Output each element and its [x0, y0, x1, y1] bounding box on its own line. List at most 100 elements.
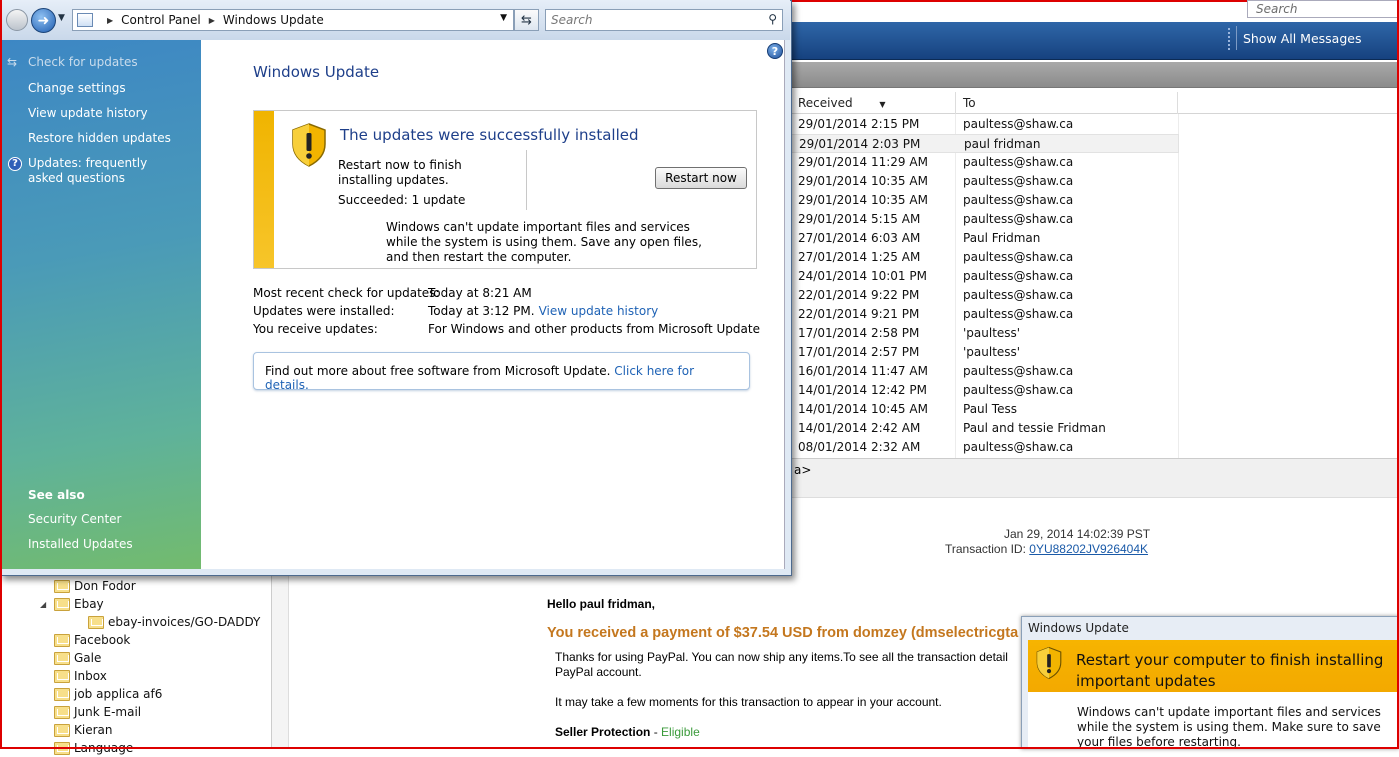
row-to: paul fridman [964, 137, 1041, 151]
folder-label: Don Fodor [74, 579, 136, 593]
info-receive-value: For Windows and other products from Micr… [428, 322, 760, 336]
message-list-header: Received ▼ To [790, 92, 1399, 114]
folder-item[interactable]: Language [40, 739, 133, 757]
table-row[interactable]: 17/01/2014 2:57 PM 'paultess' [790, 343, 1179, 362]
folder-label: Inbox [74, 669, 107, 683]
folder-item[interactable]: job applica af6 [40, 685, 162, 703]
address-dropdown-icon[interactable]: ▼ [500, 13, 507, 23]
status-restart-text: Restart now to finish installing updates… [338, 158, 462, 187]
folder-item[interactable]: Kieran [40, 721, 112, 739]
row-received: 16/01/2014 11:47 AM [798, 364, 928, 378]
folder-label: job applica af6 [74, 687, 163, 701]
back-button[interactable] [6, 9, 28, 31]
info-recent-value: Today at 8:21 AM [428, 286, 532, 300]
column-to[interactable]: To [963, 96, 976, 110]
folder-item[interactable]: Junk E-mail [40, 703, 141, 721]
refresh-icon: ⇆ [521, 12, 532, 28]
sidebar-check-for-updates[interactable]: Check for updates [28, 55, 198, 70]
help-button[interactable]: ? [767, 43, 783, 59]
transaction-id-link[interactable]: 0YU88202JV926404K [1029, 542, 1148, 556]
mail-search-input[interactable]: Search [1247, 0, 1399, 18]
folder-item[interactable]: Inbox [40, 667, 107, 685]
shield-warning-icon [1036, 646, 1062, 680]
row-received: 08/01/2014 2:32 AM [798, 440, 921, 454]
folder-icon [54, 687, 70, 701]
folder-item[interactable]: Don Fodor [40, 577, 136, 595]
folder-icon [54, 723, 70, 737]
row-received: 14/01/2014 2:42 AM [798, 421, 921, 435]
row-to: 'paultess' [963, 345, 1021, 359]
restart-now-button[interactable]: Restart now [655, 167, 747, 189]
table-row[interactable]: 17/01/2014 2:58 PM 'paultess' [790, 324, 1179, 343]
status-warning-stripe [254, 111, 274, 268]
breadcrumb-control-panel[interactable]: Control Panel [121, 13, 201, 27]
pane-divider[interactable] [272, 572, 289, 749]
microsoft-update-promo: Find out more about free software from M… [253, 352, 750, 392]
folder-item[interactable]: ◢ Ebay [40, 595, 104, 613]
table-row[interactable]: 27/01/2014 6:03 AM Paul Fridman [790, 229, 1179, 248]
table-row[interactable]: 22/01/2014 9:21 PM paultess@shaw.ca [790, 305, 1179, 324]
table-row[interactable]: 29/01/2014 10:35 AM paultess@shaw.ca [790, 191, 1179, 210]
search-icon[interactable]: ⚲ [768, 12, 777, 26]
seller-protection-status: Eligible [661, 725, 700, 739]
row-received: 22/01/2014 9:21 PM [798, 307, 920, 321]
folder-item[interactable]: Gale [40, 649, 101, 667]
table-row[interactable]: 29/01/2014 2:15 PM paultess@shaw.ca [790, 115, 1179, 134]
chevron-right-icon: ▶ [208, 15, 215, 25]
email-greeting: Hello paul fridman, [547, 597, 656, 611]
table-row[interactable]: 29/01/2014 2:03 PM paul fridman [790, 134, 1179, 153]
forward-button[interactable]: ➜ [31, 8, 56, 33]
expand-arrow-icon[interactable]: ◢ [40, 600, 50, 609]
table-row[interactable]: 14/01/2014 12:42 PM paultess@shaw.ca [790, 381, 1179, 400]
table-row[interactable]: 29/01/2014 10:35 AM paultess@shaw.ca [790, 172, 1179, 191]
folder-item[interactable]: ebay-invoices/GO-DADDY [74, 613, 260, 631]
sidebar-faq[interactable]: Updates: frequently asked questions [28, 156, 178, 186]
show-all-messages-button[interactable]: Show All Messages [1236, 26, 1399, 50]
row-to: paultess@shaw.ca [963, 383, 1074, 397]
folder-icon [54, 741, 70, 755]
refresh-button[interactable]: ⇆ [514, 9, 539, 31]
view-update-history-link[interactable]: View update history [539, 304, 659, 318]
table-row[interactable]: 29/01/2014 5:15 AM paultess@shaw.ca [790, 210, 1179, 229]
sidebar-view-update-history[interactable]: View update history [28, 106, 198, 121]
info-recent-label: Most recent check for updates: [253, 286, 440, 300]
table-row[interactable]: 16/01/2014 11:47 AM paultess@shaw.ca [790, 362, 1179, 381]
window-search-input[interactable]: Search ⚲ [545, 9, 783, 31]
folder-item[interactable]: Facebook [40, 631, 130, 649]
address-bar[interactable]: ▶ Control Panel ▶ Windows Update ▼ [72, 9, 514, 31]
row-received: 27/01/2014 1:25 AM [798, 250, 921, 264]
row-to: paultess@shaw.ca [963, 288, 1074, 302]
folder-label: Junk E-mail [74, 705, 142, 719]
sidebar-change-settings[interactable]: Change settings [28, 81, 198, 96]
table-row[interactable]: 22/01/2014 9:22 PM paultess@shaw.ca [790, 286, 1179, 305]
email-payment-heading: You received a payment of $37.54 USD fro… [547, 625, 1019, 641]
row-received: 29/01/2014 10:35 AM [798, 174, 928, 188]
status-divider [526, 150, 527, 210]
sidebar-restore-hidden-updates[interactable]: Restore hidden updates [28, 131, 198, 146]
table-row[interactable]: 29/01/2014 11:29 AM paultess@shaw.ca [790, 153, 1179, 172]
breadcrumb-windows-update[interactable]: Windows Update [223, 13, 324, 27]
table-row[interactable]: 14/01/2014 2:42 AM Paul and tessie Fridma… [790, 419, 1179, 438]
row-received: 29/01/2014 11:29 AM [798, 155, 928, 169]
table-row[interactable]: 24/01/2014 10:01 PM paultess@shaw.ca [790, 267, 1179, 286]
table-row[interactable]: 27/01/2014 1:25 AM paultess@shaw.ca [790, 248, 1179, 267]
column-received[interactable]: Received ▼ [798, 96, 885, 110]
shield-warning-icon [292, 123, 326, 167]
folder-icon [54, 705, 70, 719]
recent-pages-button[interactable]: ▼ [58, 13, 65, 23]
status-title: The updates were successfully installed [340, 126, 639, 144]
sidebar-installed-updates[interactable]: Installed Updates [28, 537, 198, 552]
notification-body-text: Windows can't update important files and… [1077, 705, 1381, 749]
table-row[interactable]: 14/01/2014 10:45 AM Paul Tess [790, 400, 1179, 419]
email-transaction-id: Transaction ID: 0YU88202JV926404K [945, 542, 1149, 556]
row-to: paultess@shaw.ca [963, 364, 1074, 378]
row-to: paultess@shaw.ca [963, 250, 1074, 264]
row-to: Paul and tessie Fridman [963, 421, 1106, 435]
row-to: paultess@shaw.ca [963, 440, 1074, 454]
folder-icon [88, 615, 104, 629]
see-also-heading: See also [28, 488, 85, 502]
sidebar-security-center[interactable]: Security Center [28, 512, 198, 527]
table-row[interactable]: 08/01/2014 2:32 AM paultess@shaw.ca [790, 438, 1179, 457]
preview-header: a> [780, 458, 1399, 498]
toolbar-grip [1228, 28, 1232, 50]
